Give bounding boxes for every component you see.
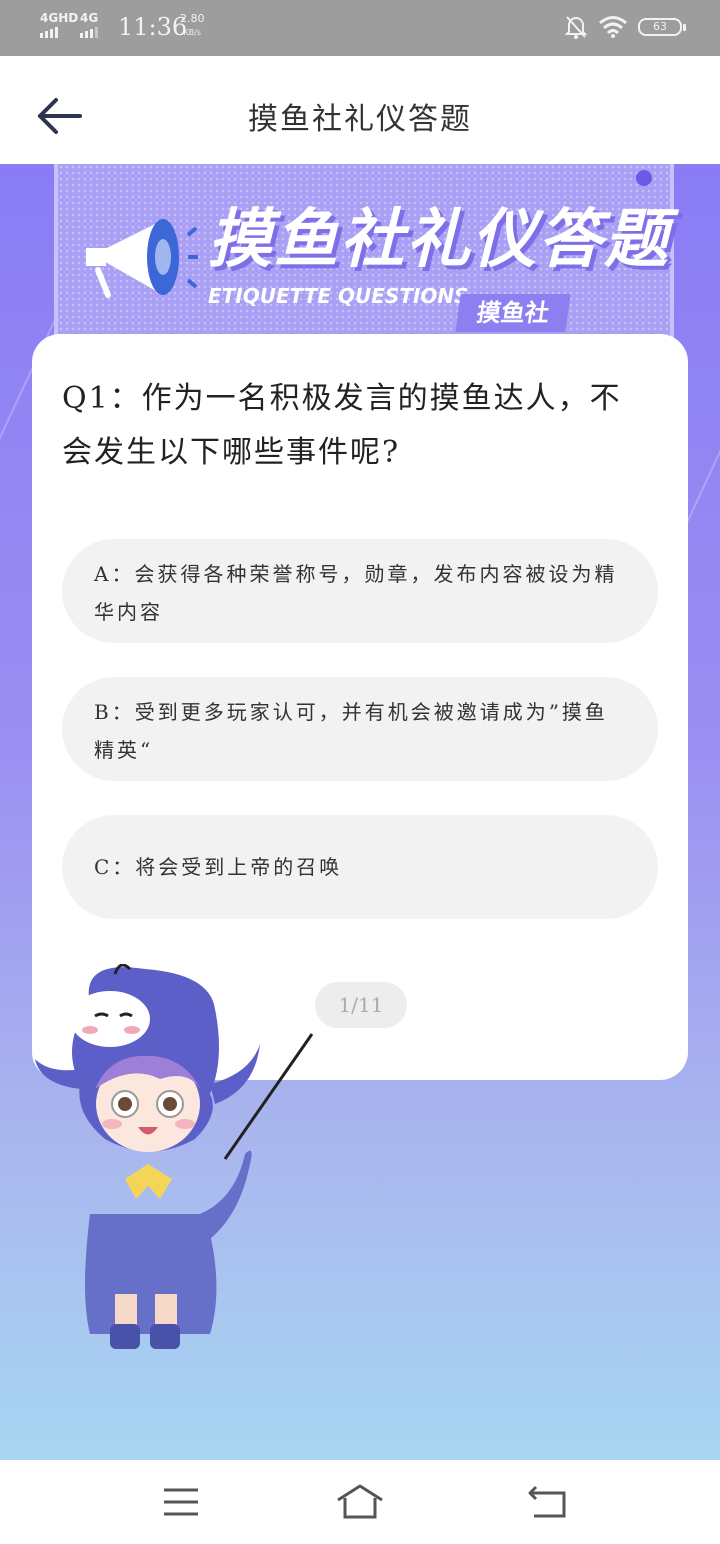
banner-subtitle: ETIQUETTE QUESTIONS xyxy=(208,284,469,308)
page-title: 摸鱼社礼仪答题 xyxy=(248,102,472,137)
network-speed-unit: KB/s xyxy=(183,28,202,37)
option-a[interactable]: A：会获得各种荣誉称号，勋章，发布内容被设为精华内容 xyxy=(62,539,658,643)
signal-strength-2-icon xyxy=(80,27,98,38)
app-header: 摸鱼社礼仪答题 xyxy=(0,56,720,164)
wifi-icon xyxy=(599,16,627,38)
mascot-illustration xyxy=(35,964,314,1349)
network-speed-value: 2.80 xyxy=(180,12,205,25)
return-icon xyxy=(528,1485,566,1518)
mute-bell-icon xyxy=(564,16,588,39)
option-c[interactable]: C：将会受到上帝的召唤 xyxy=(62,815,658,919)
home-icon xyxy=(337,1484,383,1519)
banner-title: 摸鱼社礼仪答题 xyxy=(208,203,670,277)
system-nav-bar xyxy=(0,1460,720,1544)
status-icons: 63 xyxy=(564,14,686,40)
network-speed: 2.80 KB/s xyxy=(180,12,205,40)
clock: 11:36 xyxy=(118,13,188,41)
status-bar: 4GHD 4G 11:36 2.80 KB/s 63 xyxy=(0,0,720,56)
menu-icon xyxy=(164,1488,198,1516)
question-text: Q1：作为一名积极发言的摸鱼达人，不会发生以下哪些事件呢? xyxy=(62,381,622,470)
signal-strength-1-icon xyxy=(40,27,58,38)
network-type-2: 4G xyxy=(80,11,99,25)
network-type-1: 4GHD xyxy=(40,11,79,25)
banner-dot xyxy=(636,170,652,186)
option-b[interactable]: B：受到更多玩家认可，并有机会被邀请成为”摸鱼精英“ xyxy=(62,677,658,781)
megaphone-icon xyxy=(86,219,198,298)
quiz-main-area: 摸鱼社礼仪答题 ETIQUETTE QUESTIONS 摸鱼社 Q1：作为一名积… xyxy=(0,164,720,1460)
home-button[interactable] xyxy=(335,1484,385,1520)
battery-indicator: 63 xyxy=(638,18,686,36)
banner-tag: 摸鱼社 xyxy=(455,294,571,332)
menu-button[interactable] xyxy=(156,1484,206,1520)
return-button[interactable] xyxy=(524,1484,574,1520)
